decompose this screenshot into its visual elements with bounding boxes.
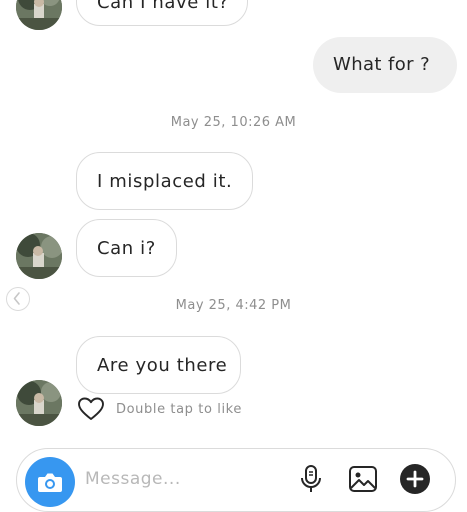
message-bubble-incoming[interactable]: Can I have it? <box>76 0 248 26</box>
contact-avatar[interactable] <box>16 380 62 426</box>
message-bubble-incoming[interactable]: Can i? <box>76 219 177 277</box>
message-text: Can i? <box>97 238 156 259</box>
message-bubble-outgoing[interactable]: What for ? <box>313 37 457 93</box>
message-text: Are you there <box>97 355 228 376</box>
chat-thread: Can I have it? What for ? May 25, 10:26 … <box>0 0 467 512</box>
contact-avatar[interactable] <box>16 233 62 279</box>
like-hint-row[interactable]: Double tap to like <box>78 396 242 422</box>
camera-button[interactable] <box>25 457 75 507</box>
camera-icon <box>38 473 62 492</box>
plus-circle-icon[interactable] <box>399 463 431 495</box>
message-bubble-incoming[interactable]: Are you there <box>76 336 241 394</box>
message-timestamp: May 25, 10:26 AM <box>170 115 297 130</box>
message-text: What for ? <box>333 54 431 75</box>
like-hint-text: Double tap to like <box>116 401 242 417</box>
heart-outline-icon[interactable] <box>78 397 104 421</box>
message-composer <box>16 448 456 512</box>
message-text: I misplaced it. <box>97 171 233 192</box>
message-timestamp: May 25, 4:42 PM <box>175 298 292 313</box>
message-input[interactable] <box>85 469 275 489</box>
message-bubble-incoming[interactable]: I misplaced it. <box>76 152 253 210</box>
contact-avatar[interactable] <box>16 0 62 30</box>
microphone-icon[interactable] <box>295 463 327 495</box>
gallery-icon[interactable] <box>347 463 379 495</box>
message-text: Can I have it? <box>97 0 229 13</box>
